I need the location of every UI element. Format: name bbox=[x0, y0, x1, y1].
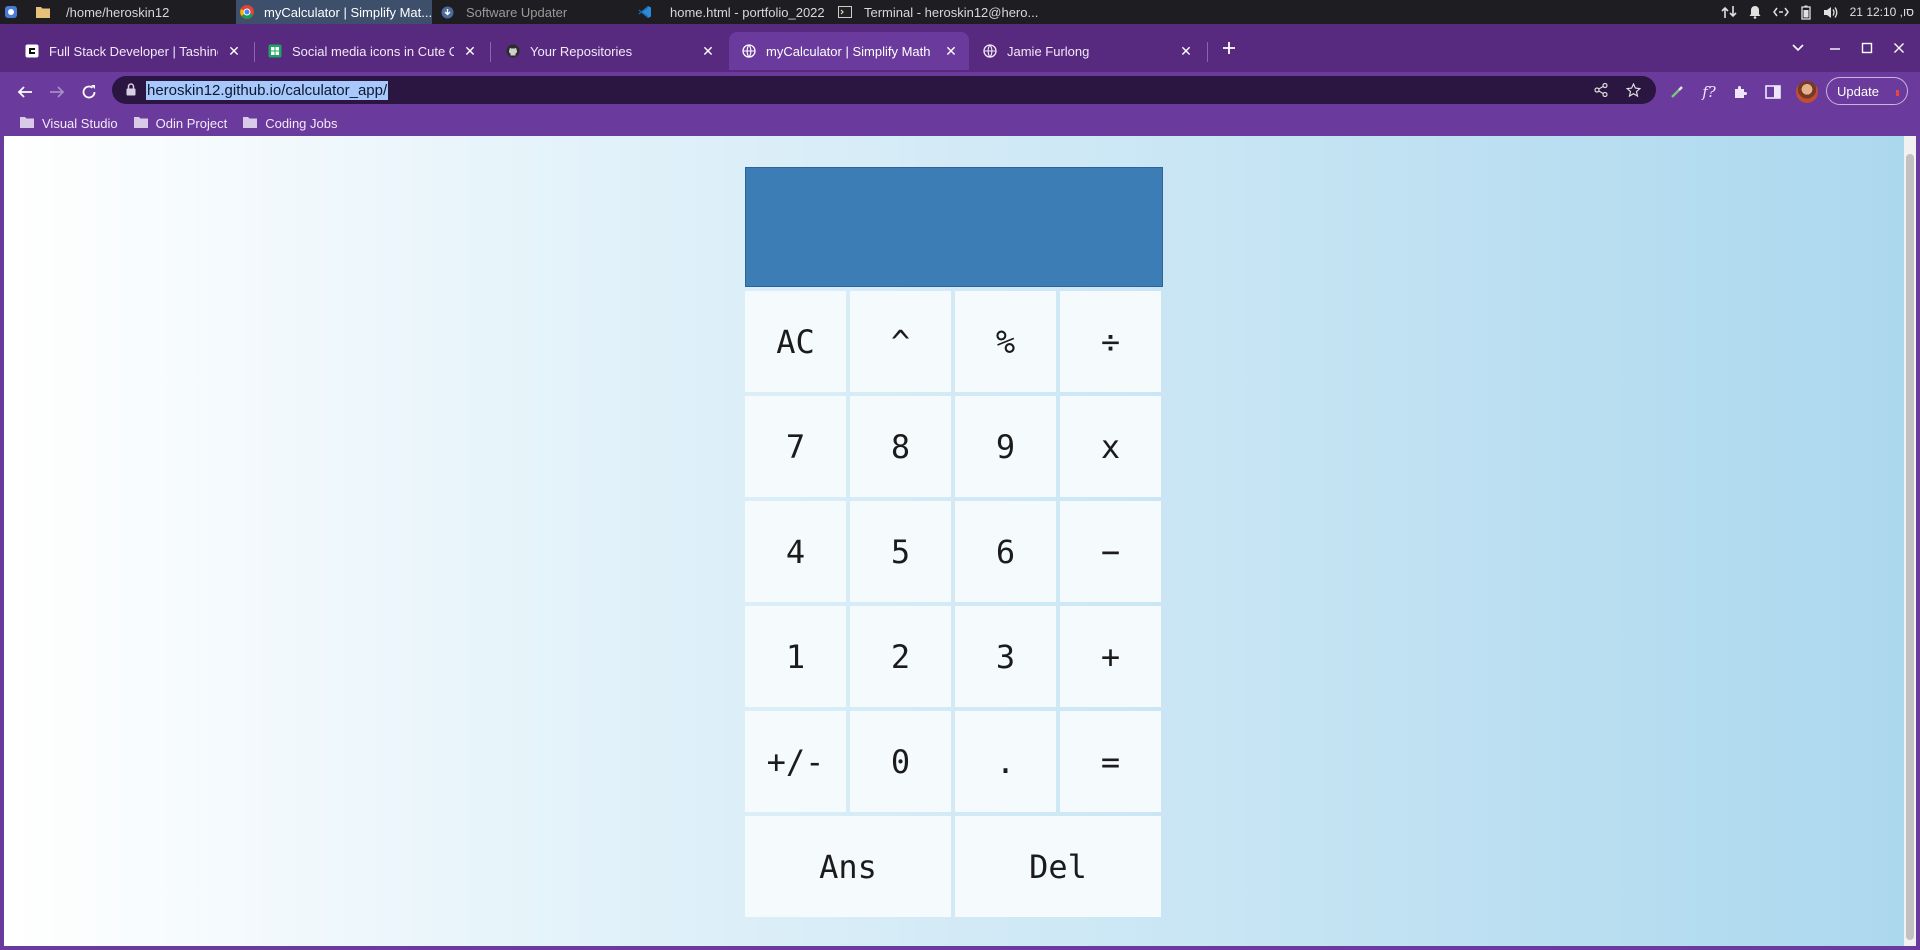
key-3[interactable]: 3 bbox=[955, 606, 1056, 707]
calculator-display bbox=[745, 167, 1163, 287]
window-frame-right bbox=[1916, 136, 1920, 950]
key-0[interactable]: 0 bbox=[850, 711, 951, 812]
vscode-icon bbox=[638, 5, 652, 19]
tab-jamie-furlong[interactable]: Jamie Furlong ✕ bbox=[970, 32, 1204, 70]
volume-icon[interactable] bbox=[1823, 6, 1838, 19]
share-icon[interactable] bbox=[1592, 81, 1610, 99]
maximize-icon[interactable] bbox=[1857, 38, 1877, 58]
color-picker-extension-icon[interactable] bbox=[1666, 81, 1688, 103]
bookmark-folder-coding-jobs[interactable]: Coding Jobs bbox=[243, 116, 337, 131]
github-icon bbox=[505, 43, 521, 59]
update-button[interactable]: Update bbox=[1826, 77, 1908, 105]
close-window-icon[interactable] bbox=[1889, 38, 1909, 58]
tab-search-chevron-down-icon[interactable] bbox=[1788, 38, 1808, 58]
key-decimal[interactable]: . bbox=[955, 711, 1056, 812]
app-menu-icon[interactable] bbox=[4, 0, 18, 24]
close-tab-icon[interactable]: ✕ bbox=[226, 43, 242, 59]
lock-icon[interactable] bbox=[126, 83, 136, 101]
browser-toolbar: heroskin12.github.io/calculator_app/ f? … bbox=[0, 72, 1920, 110]
key-equals[interactable]: = bbox=[1060, 711, 1161, 812]
terminal-icon bbox=[838, 5, 852, 19]
battery-icon[interactable] bbox=[1800, 5, 1811, 20]
key-5[interactable]: 5 bbox=[850, 501, 951, 602]
bookmarks-bar: Visual Studio Odin Project Coding Jobs bbox=[0, 110, 1920, 136]
key-6[interactable]: 6 bbox=[955, 501, 1056, 602]
key-toggle-sign[interactable]: +/- bbox=[745, 711, 846, 812]
window-frame-bottom bbox=[0, 946, 1920, 950]
codepen-icon bbox=[24, 43, 40, 59]
dev-connect-icon[interactable] bbox=[1772, 6, 1789, 18]
close-tab-icon[interactable]: ✕ bbox=[1178, 43, 1194, 59]
clock[interactable]: 21 סו, 12:10 bbox=[1850, 5, 1914, 19]
browser-chrome: Full Stack Developer | Tashinga ✕ Social… bbox=[0, 24, 1920, 136]
key-2[interactable]: 2 bbox=[850, 606, 951, 707]
notification-bell-icon[interactable] bbox=[1749, 5, 1761, 19]
extensions-puzzle-icon[interactable] bbox=[1730, 81, 1752, 103]
taskbar-item-vscode[interactable]: home.html - portfolio_2022 -... bbox=[638, 0, 828, 24]
updater-icon bbox=[440, 5, 454, 19]
network-icon[interactable] bbox=[1721, 5, 1737, 19]
address-bar[interactable]: heroskin12.github.io/calculator_app/ bbox=[112, 76, 1656, 104]
profile-avatar[interactable] bbox=[1796, 81, 1818, 103]
chrome-icon bbox=[240, 5, 254, 19]
key-divide[interactable]: ÷ bbox=[1060, 291, 1161, 392]
key-add[interactable]: + bbox=[1060, 606, 1161, 707]
key-delete[interactable]: Del bbox=[955, 816, 1161, 917]
scrollbar-thumb[interactable] bbox=[1906, 154, 1914, 940]
key-all-clear[interactable]: AC bbox=[745, 291, 846, 392]
page-scrollbar[interactable] bbox=[1904, 136, 1916, 948]
globe-icon bbox=[982, 43, 998, 59]
folder-icon bbox=[36, 5, 50, 19]
tab-separator bbox=[490, 42, 491, 62]
back-arrow-icon[interactable] bbox=[14, 81, 36, 103]
side-panel-icon[interactable] bbox=[1762, 81, 1784, 103]
key-answer[interactable]: Ans bbox=[745, 816, 951, 917]
key-power[interactable]: ^ bbox=[850, 291, 951, 392]
folder-icon bbox=[243, 116, 258, 131]
taskbar-item-chrome[interactable]: myCalculator | Simplify Mat... bbox=[236, 0, 432, 24]
taskbar-item-updater[interactable]: Software Updater bbox=[440, 0, 600, 24]
update-alert-indicator bbox=[1896, 90, 1899, 96]
key-9[interactable]: 9 bbox=[955, 396, 1056, 497]
key-1[interactable]: 1 bbox=[745, 606, 846, 707]
key-multiply[interactable]: x bbox=[1060, 396, 1161, 497]
taskbar-item-files[interactable]: /home/heroskin12 bbox=[36, 0, 186, 24]
page-viewport: AC ^ % ÷ 7 8 9 x 4 5 6 − 1 2 3 + +/- 0 .… bbox=[4, 136, 1904, 948]
os-taskbar: /home/heroskin12 myCalculator | Simplify… bbox=[0, 0, 1920, 24]
spreadsheet-icon bbox=[267, 43, 283, 59]
tab-your-repositories[interactable]: Your Repositories ✕ bbox=[493, 32, 726, 70]
tab-strip: Full Stack Developer | Tashinga ✕ Social… bbox=[0, 24, 1920, 72]
key-percent[interactable]: % bbox=[955, 291, 1056, 392]
key-4[interactable]: 4 bbox=[745, 501, 846, 602]
key-7[interactable]: 7 bbox=[745, 396, 846, 497]
bookmark-folder-odin-project[interactable]: Odin Project bbox=[133, 116, 227, 131]
folder-icon bbox=[133, 116, 148, 131]
minimize-icon[interactable] bbox=[1825, 38, 1845, 58]
tab-full-stack-developer[interactable]: Full Stack Developer | Tashinga ✕ bbox=[12, 32, 252, 70]
bookmark-star-icon[interactable] bbox=[1624, 81, 1642, 99]
taskbar-item-terminal[interactable]: Terminal - heroskin12@hero... bbox=[838, 0, 1038, 24]
close-tab-icon[interactable]: ✕ bbox=[462, 43, 478, 59]
tab-separator bbox=[1207, 42, 1208, 62]
tab-social-media-icons[interactable]: Social media icons in Cute Outl ✕ bbox=[255, 32, 488, 70]
globe-icon bbox=[741, 43, 757, 59]
close-tab-icon[interactable]: ✕ bbox=[943, 43, 959, 59]
folder-icon bbox=[20, 116, 34, 131]
reload-icon[interactable] bbox=[78, 81, 100, 103]
formula-extension-icon[interactable]: f? bbox=[1698, 81, 1720, 103]
system-tray: 21 סו, 12:10 bbox=[1721, 0, 1914, 24]
tab-mycalculator[interactable]: myCalculator | Simplify Math ✕ bbox=[729, 32, 969, 70]
bookmark-folder-visual-studio[interactable]: Visual Studio bbox=[20, 116, 118, 131]
key-subtract[interactable]: − bbox=[1060, 501, 1161, 602]
close-tab-icon[interactable]: ✕ bbox=[700, 43, 716, 59]
new-tab-plus-icon[interactable] bbox=[1219, 38, 1239, 58]
key-8[interactable]: 8 bbox=[850, 396, 951, 497]
forward-arrow-icon[interactable] bbox=[46, 81, 68, 103]
url-text[interactable]: heroskin12.github.io/calculator_app/ bbox=[146, 81, 389, 100]
